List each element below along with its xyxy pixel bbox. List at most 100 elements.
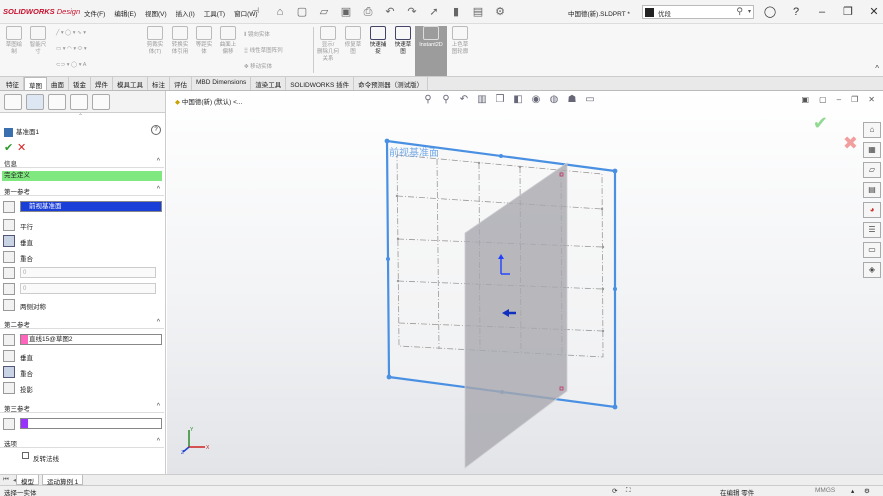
new-document-icon[interactable]: ▢ — [294, 4, 310, 20]
doc-restore-icon[interactable]: ❐ — [851, 95, 858, 104]
search-dropdown-icon[interactable]: ▾ — [748, 8, 751, 15]
model-scene[interactable]: 前视基准面 — [167, 91, 883, 474]
graphics-area[interactable]: 前视基准面 ◆ 中国德(新) (默认) <... ⚲ ⚲ ↶ ▥ ❒ ◧ ◉ ◍… — [167, 91, 883, 474]
repair-sketch-button[interactable]: 修复草图 — [342, 26, 364, 56]
trim-entities-button[interactable]: 剪裁实 体(T) — [143, 26, 167, 56]
tab-command-predictor[interactable]: 命令预测器（测试版） — [354, 77, 429, 90]
panel-grip-icon[interactable]: ⌃ — [78, 113, 83, 120]
chevron-up-icon[interactable]: ^ — [157, 403, 160, 410]
pin-menu-icon[interactable]: ⊣ — [252, 6, 259, 15]
redo-icon[interactable]: ↷ — [404, 4, 420, 20]
confirmation-ok-icon[interactable]: ✔ — [813, 113, 828, 134]
previous-view-icon[interactable]: ↶ — [457, 93, 471, 106]
view-settings-icon[interactable]: ▭ — [583, 93, 597, 106]
save-icon[interactable]: ▣ — [338, 4, 354, 20]
tab-motion-study[interactable]: 运动算例 1 — [42, 475, 84, 486]
tab-markup[interactable]: 标注 — [148, 77, 170, 90]
fullscreen-icon[interactable]: ⛶ — [626, 487, 631, 495]
first-tab-icon[interactable]: ⏮ — [3, 476, 9, 484]
home-icon[interactable]: ⌂ — [272, 4, 288, 20]
options-header[interactable]: 选项 ^ — [0, 438, 164, 448]
tab-weldments[interactable]: 焊件 — [91, 77, 113, 90]
split-view-icon[interactable]: ▣ — [802, 95, 810, 104]
coincident-option-2[interactable]: 重合 — [2, 365, 162, 379]
mirror-entities-button[interactable]: ⫴ 镜向实体 — [244, 30, 270, 39]
rebuild-icon[interactable]: ▮ — [448, 4, 464, 20]
close-icon[interactable]: ✕ — [866, 4, 882, 20]
solidworks-partner-icon[interactable]: ◈ — [863, 262, 881, 278]
instant2d-button[interactable]: Instant2D — [415, 26, 447, 76]
section-view-icon[interactable]: ▥ — [475, 93, 489, 106]
display-style-icon[interactable]: ◧ — [511, 93, 525, 106]
rebuild-status-icon[interactable]: ⟳ — [612, 487, 617, 495]
file-properties-icon[interactable]: ▤ — [470, 4, 486, 20]
quick-snaps-button[interactable]: 快速捕捉 — [366, 26, 390, 56]
perpendicular-option[interactable]: 垂直 — [2, 234, 162, 248]
convert-entities-button[interactable]: 转换实 体引用 — [169, 26, 191, 56]
menu-insert[interactable]: 插入(I) — [176, 8, 195, 18]
tab-solidworks-addins[interactable]: SOLIDWORKS 插件 — [286, 77, 355, 90]
display-manager-tab-icon[interactable] — [92, 94, 110, 110]
minimize-icon[interactable]: – — [814, 4, 830, 20]
flip-normal-checkbox[interactable] — [22, 452, 29, 459]
chevron-up-icon[interactable]: ^ — [157, 438, 160, 445]
open-folder-icon[interactable]: ▱ — [316, 4, 332, 20]
third-reference-header[interactable]: 第三参考 ^ — [0, 403, 164, 413]
rectangle-tool-icon[interactable]: ▭ ▾ ◠ ▾ ⬭ ▾ — [56, 46, 87, 53]
cancel-x-icon[interactable]: ✕ — [17, 141, 26, 154]
perpendicular-option-2[interactable]: 垂直 — [2, 349, 162, 363]
zoom-to-area-icon[interactable]: ⚲ — [439, 93, 453, 106]
apply-scene-icon[interactable]: ☗ — [565, 93, 579, 106]
document-title[interactable]: 中国德(新).SLDPRT * — [568, 8, 630, 18]
tab-sheet-metal[interactable]: 钣金 — [69, 77, 91, 90]
rapid-sketch-button[interactable]: 快速草图 — [392, 26, 414, 56]
display-relations-button[interactable]: 显示/删除几何关系 — [317, 26, 339, 63]
first-reference-header[interactable]: 第一参考 ^ — [0, 186, 164, 196]
view-palette-icon[interactable]: ▤ — [863, 182, 881, 198]
distance-icon[interactable] — [3, 283, 15, 295]
tab-evaluate[interactable]: 评估 — [170, 77, 192, 90]
offset-on-surface-button[interactable]: 曲面上 偏移 — [217, 26, 239, 56]
tab-mbd-dimensions[interactable]: MBD Dimensions — [192, 77, 252, 90]
hide-show-items-icon[interactable]: ◉ — [529, 93, 543, 106]
angle-icon[interactable] — [3, 267, 15, 279]
distance-input[interactable]: 0 — [20, 283, 156, 294]
file-explorer-icon[interactable]: ▱ — [863, 162, 881, 178]
user-account-icon[interactable]: ◯ — [762, 4, 778, 20]
move-entities-button[interactable]: ✥ 移动实体 — [244, 62, 272, 70]
search-icon[interactable]: ⚲ — [736, 6, 743, 17]
design-library-icon[interactable]: ▦ — [863, 142, 881, 158]
search-box[interactable]: 优段 ⚲ ▾ — [642, 5, 754, 19]
tile-view-icon[interactable]: ▢ — [819, 95, 827, 104]
tab-mold-tools[interactable]: 模具工具 — [113, 77, 148, 90]
appearances-icon[interactable]: ◕ — [863, 202, 881, 218]
tab-surfaces[interactable]: 曲面 — [47, 77, 69, 90]
status-options-icon[interactable]: ⚙ — [864, 487, 870, 495]
tab-sketch[interactable]: 草图 — [24, 77, 47, 90]
sketch-button[interactable]: 草图绘制 — [3, 26, 25, 56]
second-reference-input[interactable]: 直线15@草图2 — [20, 334, 162, 345]
custom-properties-icon[interactable]: ☰ — [863, 222, 881, 238]
collapse-ribbon-icon[interactable]: ^ — [875, 64, 879, 73]
menu-file[interactable]: 文件(F) — [84, 8, 105, 18]
flip-normal-option[interactable]: 反转法线 — [2, 450, 162, 464]
ok-checkmark-icon[interactable]: ✔ — [4, 141, 13, 154]
line-tool-icon[interactable]: ╱ ▾ ◯ ▾ ∿ ▾ — [56, 30, 86, 36]
print-icon[interactable]: ⎙ — [360, 4, 376, 20]
offset-entities-button[interactable]: 等距实体 — [193, 26, 215, 56]
feature-manager-tab-icon[interactable] — [4, 94, 22, 110]
shaded-sketch-button[interactable]: 上色草 图轮廓 — [449, 26, 471, 56]
tab-model[interactable]: 模型 — [16, 475, 39, 486]
search-scope-icon[interactable] — [645, 8, 654, 17]
units-selector[interactable]: MMGS — [815, 487, 835, 494]
view-orientation-icon[interactable]: ❒ — [493, 93, 507, 106]
units-dropdown-icon[interactable]: ▴ — [851, 487, 854, 495]
dimxpert-manager-tab-icon[interactable] — [70, 94, 88, 110]
doc-close-icon[interactable]: ✕ — [868, 95, 875, 104]
mid-plane-option[interactable]: 两侧对称 — [2, 298, 162, 312]
menu-edit[interactable]: 编辑(E) — [114, 8, 136, 18]
chevron-up-icon[interactable]: ^ — [157, 158, 160, 165]
app-logo[interactable]: SOLIDWORKS Design — [3, 7, 80, 16]
project-option[interactable]: 投影 — [2, 381, 162, 395]
first-reference-input[interactable]: 前视基准面 — [20, 201, 162, 212]
